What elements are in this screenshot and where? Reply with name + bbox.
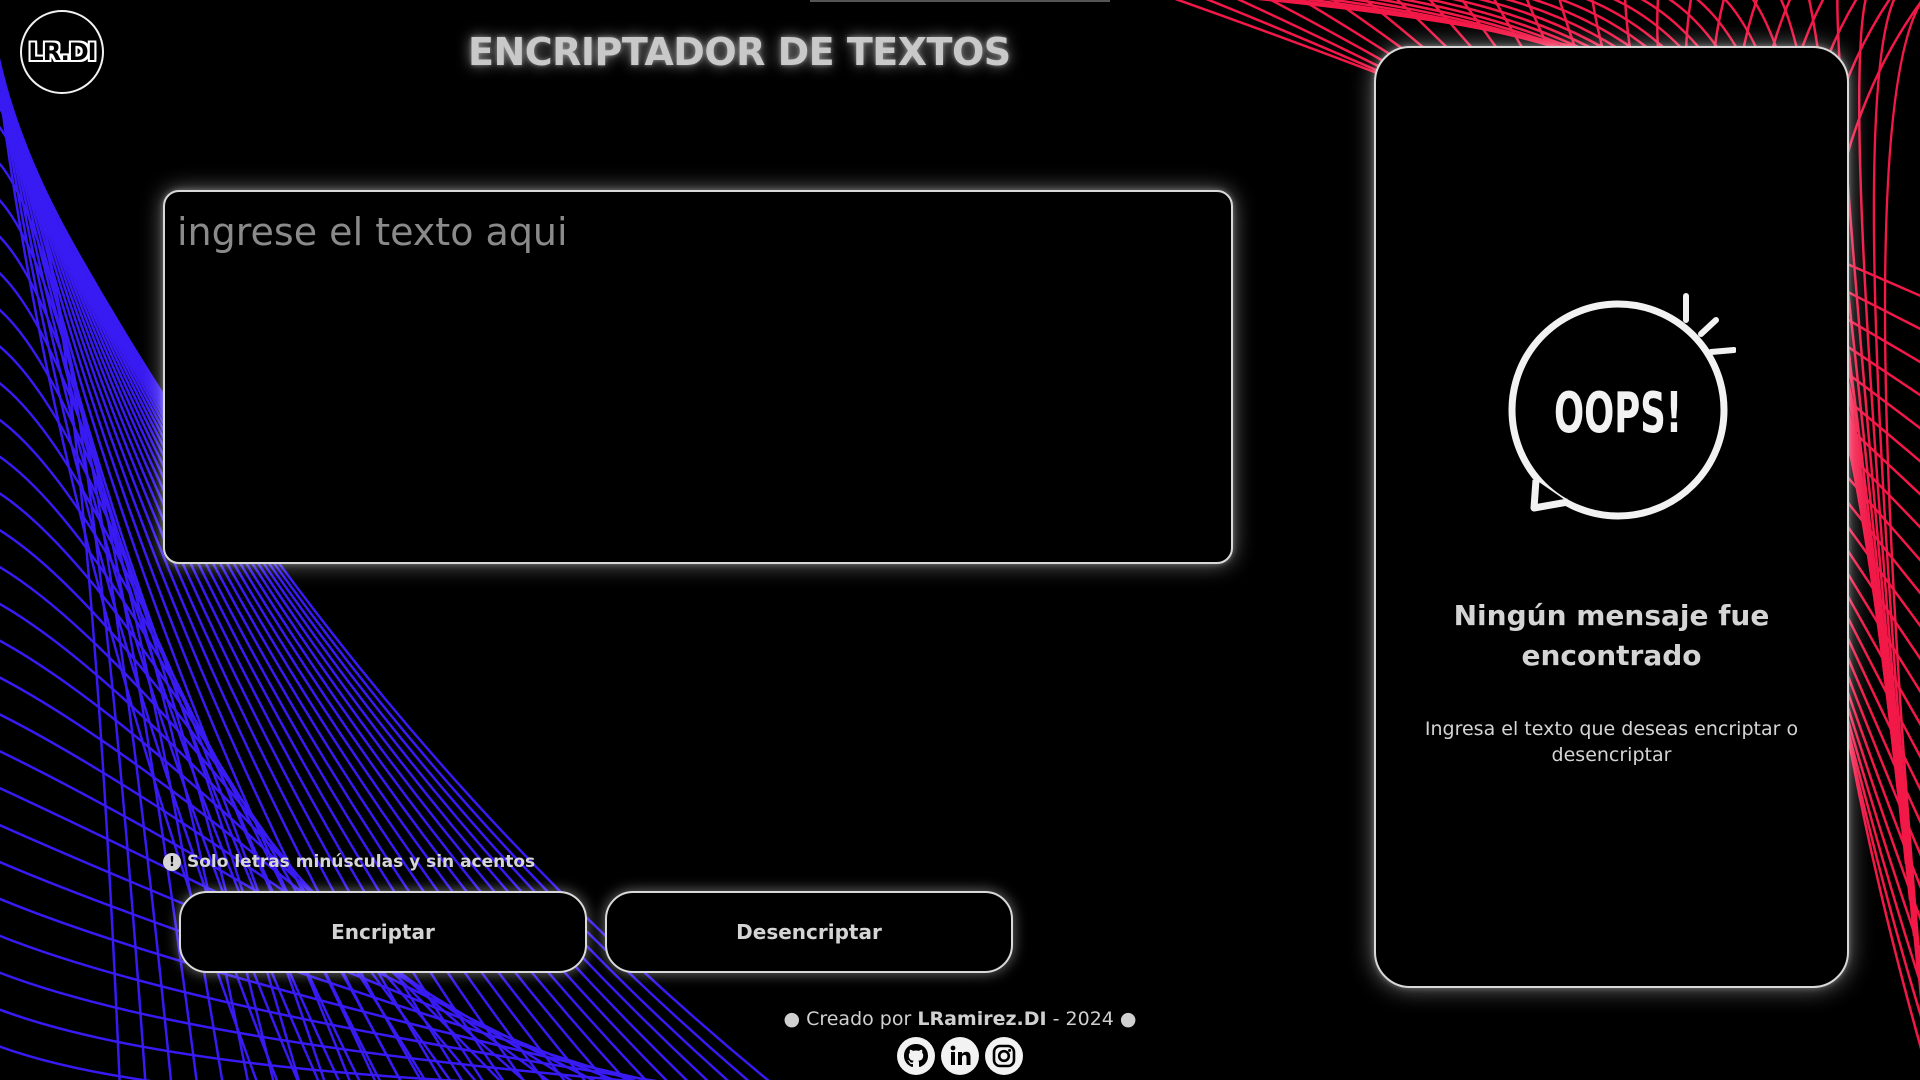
decrypt-button[interactable]: Desencriptar bbox=[605, 891, 1013, 973]
linkedin-icon[interactable] bbox=[940, 1036, 980, 1076]
logo[interactable]: LR.DI bbox=[20, 10, 104, 94]
oops-speech-bubble-icon: OOPS! bbox=[1508, 293, 1736, 520]
page: LR.DI ENCRIPTADOR DE TEXTOS ! Solo letra… bbox=[0, 0, 1920, 1080]
hint: ! Solo letras minúsculas y sin acentos bbox=[163, 852, 535, 872]
page-title: ENCRIPTADOR DE TEXTOS bbox=[468, 30, 1011, 74]
hint-text: Solo letras minúsculas y sin acentos bbox=[187, 852, 536, 872]
text-input[interactable] bbox=[163, 190, 1233, 564]
footer-prefix: ● Creado por bbox=[783, 1008, 918, 1030]
instagram-icon[interactable] bbox=[984, 1036, 1024, 1076]
logo-text: LR.DI bbox=[28, 38, 96, 66]
footer-author[interactable]: LRamirez.DI bbox=[917, 1008, 1046, 1030]
result-panel: OOPS! Ningún mensaje fue encontrado Ingr… bbox=[1374, 46, 1849, 988]
github-icon[interactable] bbox=[896, 1036, 936, 1076]
footer: ● Creado por LRamirez.DI - 2024 ● bbox=[0, 1008, 1920, 1030]
social-links bbox=[896, 1036, 1024, 1076]
result-subtext: Ingresa el texto que deseas encriptar o … bbox=[1424, 718, 1799, 766]
oops-text: OOPS! bbox=[1554, 381, 1682, 446]
encrypt-button[interactable]: Encriptar bbox=[179, 891, 587, 973]
result-heading: Ningún mensaje fue encontrado bbox=[1453, 599, 1770, 672]
info-icon: ! bbox=[163, 853, 181, 871]
top-bar bbox=[810, 0, 1110, 2]
footer-suffix: - 2024 ● bbox=[1046, 1008, 1137, 1030]
